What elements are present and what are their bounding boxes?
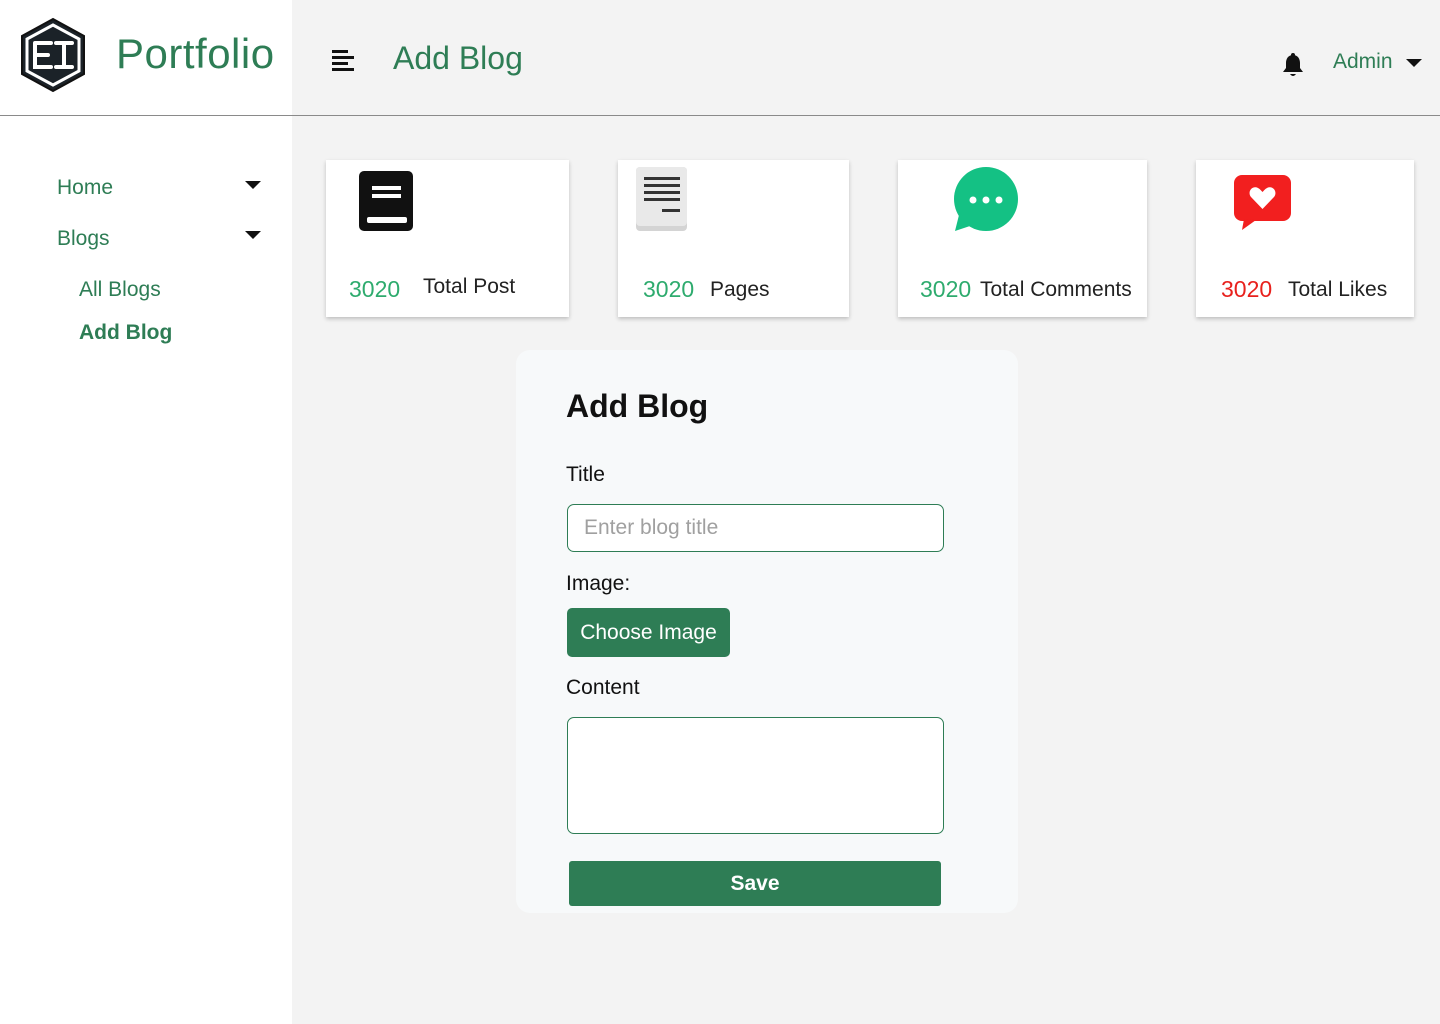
stat-label: Total Comments [980, 278, 1132, 301]
user-menu[interactable]: Admin [1333, 50, 1393, 74]
caret-down-icon[interactable] [245, 231, 261, 239]
brand-name: Portfolio [116, 30, 275, 77]
sidebar-item-home[interactable]: Home [57, 176, 113, 200]
stat-label: Pages [710, 278, 770, 301]
heart-message-icon [1234, 175, 1291, 230]
stat-value: 3020 [920, 276, 972, 302]
stat-card-total-likes: 3020 Total Likes [1196, 160, 1414, 317]
stat-label: Total Post [423, 275, 516, 298]
top-bar: Add Blog Admin [292, 0, 1440, 116]
sidebar: Portfolio Home Blogs All Blogs Add Blog [0, 0, 292, 1024]
title-input[interactable] [567, 504, 944, 552]
brand-header: Portfolio [0, 0, 292, 116]
book-icon [359, 171, 413, 231]
stat-label: Total Likes [1288, 278, 1388, 301]
bell-icon[interactable] [1280, 52, 1306, 78]
save-button[interactable]: Save [569, 861, 941, 906]
document-icon [636, 167, 687, 231]
stat-value: 3020 [349, 276, 401, 302]
add-blog-form: Add Blog Title Image: Choose Image Conte… [516, 350, 1018, 913]
image-label: Image: [566, 572, 631, 595]
menu-icon[interactable] [332, 50, 356, 72]
content-textarea[interactable] [567, 717, 944, 834]
sidebar-item-blogs[interactable]: Blogs [57, 227, 110, 251]
choose-image-button[interactable]: Choose Image [567, 608, 730, 657]
chevron-down-icon[interactable] [1406, 59, 1422, 67]
stat-value: 3020 [1221, 276, 1273, 302]
form-heading: Add Blog [566, 388, 709, 424]
stat-value: 3020 [643, 276, 695, 302]
chat-bubble-icon [954, 167, 1018, 231]
stat-card-pages: 3020 Pages [618, 160, 849, 317]
stat-card-total-post: 3020 Total Post [326, 160, 569, 317]
content-label: Content [566, 676, 640, 699]
brand-logo-icon[interactable] [18, 17, 88, 93]
page-title: Add Blog [393, 40, 523, 76]
title-label: Title [566, 463, 605, 486]
sidebar-item-add-blog[interactable]: Add Blog [79, 321, 172, 345]
sidebar-item-all-blogs[interactable]: All Blogs [79, 278, 161, 302]
caret-down-icon[interactable] [245, 181, 261, 189]
stat-card-total-comments: 3020 Total Comments [898, 160, 1147, 317]
